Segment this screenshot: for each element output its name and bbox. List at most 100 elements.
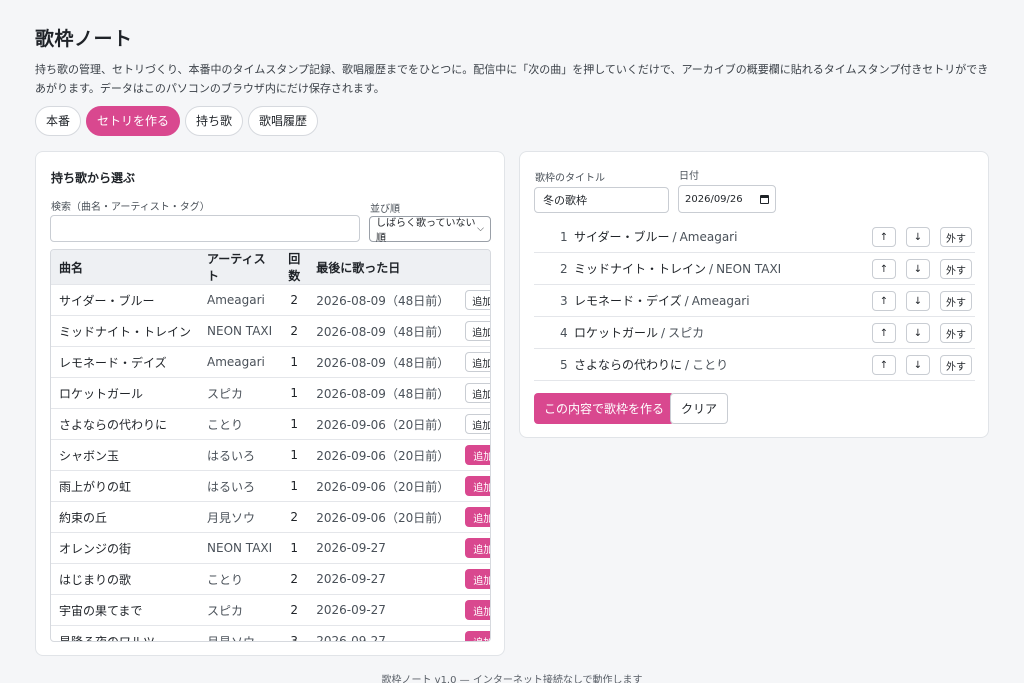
song-title: ロケットガール <box>51 377 200 409</box>
song-artist: はるいろ <box>199 439 281 471</box>
song-artist: 月見ソウ <box>199 625 281 641</box>
calendar-icon <box>760 194 769 204</box>
tab-songs[interactable]: 持ち歌 <box>185 106 244 136</box>
add-button[interactable]: 追加 <box>465 600 490 620</box>
song-count: 1 <box>280 346 309 378</box>
song-last-sung: 2026-09-27 <box>308 532 458 564</box>
stream-title-input[interactable] <box>534 187 669 213</box>
song-artist: ことり <box>199 408 281 440</box>
setlist-item-title: ミッドナイト・トレイン <box>574 262 707 276</box>
song-title: レモネード・デイズ <box>51 346 200 378</box>
sort-select[interactable]: しばらく歌っていない順 ⌵ <box>369 216 491 244</box>
footer: 歌枠ノート v1.0 — インターネット接続なしで動作します <box>381 675 643 683</box>
move-down-button[interactable]: ↓ <box>906 291 930 311</box>
add-button[interactable]: 追加 <box>465 476 490 496</box>
added-button[interactable]: 追加済み <box>465 414 490 434</box>
song-last-sung: 2026-08-09（48日前） <box>308 377 458 409</box>
setlist-item-artist: Ameagari <box>679 229 738 244</box>
header: 歌枠ノート 持ち歌の管理、セトリづくり、本番中のタイムスタンプ記録、歌唱履歴まで… <box>35 24 995 98</box>
column-header-last-sung[interactable]: 最後に歌った日 <box>308 250 458 285</box>
app-title: 歌枠ノート <box>35 28 133 50</box>
song-title: シャボン玉 <box>51 439 200 471</box>
move-up-button[interactable]: ↑ <box>872 259 896 279</box>
tab-bar: 本番 セトリを作る 持ち歌 歌唱履歴 <box>35 106 319 136</box>
song-last-sung: 2026-09-06（20日前） <box>308 408 458 440</box>
add-button[interactable]: 追加 <box>465 538 490 558</box>
separator: / <box>709 261 714 276</box>
song-artist: NEON TAXI <box>199 315 281 347</box>
song-count: 1 <box>280 470 309 502</box>
added-button[interactable]: 追加済み <box>465 290 490 310</box>
separator: / <box>661 325 666 340</box>
setlist-item: 3 レモネード・デイズ / Ameagari ↑ ↓ 外す <box>534 285 975 317</box>
move-down-button[interactable]: ↓ <box>906 259 930 279</box>
tab-make-setlist[interactable]: セトリを作る <box>86 106 181 136</box>
song-table[interactable]: 曲名 アーティスト 回数 最後に歌った日 サイダー・ブルー Ameagari 2 20… <box>50 249 491 642</box>
setlist-item-title: さよならの代わりに <box>574 358 683 372</box>
setlist-item-title: レモネード・デイズ <box>574 294 682 308</box>
table-row: ロケットガールスピカ12026-08-09（48日前） 追加済み <box>51 377 490 409</box>
remove-button[interactable]: 外す <box>940 227 972 247</box>
add-button[interactable]: 追加 <box>465 507 490 527</box>
added-button[interactable]: 追加済み <box>465 383 490 403</box>
add-button[interactable]: 追加 <box>465 631 490 641</box>
column-header-count[interactable]: 回数 <box>280 250 309 285</box>
song-artist: スピカ <box>199 377 281 409</box>
clear-button[interactable]: クリア <box>670 393 729 424</box>
song-title: 宇宙の果てまで <box>51 594 200 626</box>
song-count: 2 <box>280 594 309 626</box>
added-button[interactable]: 追加済み <box>465 321 490 341</box>
song-last-sung: 2026-08-09（48日前） <box>308 346 458 378</box>
table-row: サイダー・ブルーAmeagari22026-08-09（48日前） 追加済み <box>51 284 490 316</box>
move-up-button[interactable]: ↑ <box>872 291 896 311</box>
chevron-down-icon: ⌵ <box>477 224 484 234</box>
move-down-button[interactable]: ↓ <box>906 355 930 375</box>
setlist-item: 1 サイダー・ブルー / Ameagari ↑ ↓ 外す <box>534 221 975 253</box>
setlist-item-number: 5 <box>560 357 568 372</box>
separator: / <box>672 229 677 244</box>
remove-button[interactable]: 外す <box>940 259 972 279</box>
song-last-sung: 2026-08-09（48日前） <box>308 315 458 347</box>
picker-title: 持ち歌から選ぶ <box>51 171 136 185</box>
date-input[interactable]: 2026/09/26 <box>678 185 776 213</box>
tab-live[interactable]: 本番 <box>35 106 82 136</box>
table-row: 宇宙の果てまでスピカ22026-09-27 追加 <box>51 594 490 626</box>
song-title: 星降る夜のワルツ <box>51 625 200 641</box>
song-last-sung: 2026-09-27 <box>308 594 458 626</box>
song-title: ミッドナイト・トレイン <box>51 315 200 347</box>
add-button[interactable]: 追加 <box>465 445 490 465</box>
move-down-button[interactable]: ↓ <box>906 227 930 247</box>
search-label: 検索（曲名・アーティスト・タグ） <box>51 202 210 213</box>
added-button[interactable]: 追加済み <box>465 352 490 372</box>
song-count: 2 <box>280 315 309 347</box>
tab-history[interactable]: 歌唱履歴 <box>248 106 319 136</box>
column-header-title[interactable]: 曲名 <box>51 250 200 285</box>
add-button[interactable]: 追加 <box>465 569 490 589</box>
move-up-button[interactable]: ↑ <box>872 323 896 343</box>
app-description: 持ち歌の管理、セトリづくり、本番中のタイムスタンプ記録、歌唱履歴までをひとつに。… <box>35 63 989 95</box>
song-artist: Ameagari <box>199 346 281 378</box>
song-last-sung: 2026-08-09（48日前） <box>308 284 458 316</box>
song-count: 1 <box>280 408 309 440</box>
move-up-button[interactable]: ↑ <box>872 227 896 247</box>
setlist-item: 5 さよならの代わりに / ことり ↑ ↓ 外す <box>534 349 975 381</box>
setlist-item-artist: ことり <box>692 358 729 372</box>
column-header-artist[interactable]: アーティスト <box>199 250 281 285</box>
create-stream-button[interactable]: この内容で歌枠を作る <box>534 393 675 424</box>
setlist-item-artist: NEON TAXI <box>716 261 782 276</box>
move-down-button[interactable]: ↓ <box>906 323 930 343</box>
song-title: オレンジの街 <box>51 532 200 564</box>
song-last-sung: 2026-09-06（20日前） <box>308 470 458 502</box>
song-count: 1 <box>280 439 309 471</box>
remove-button[interactable]: 外す <box>940 291 972 311</box>
table-header-row: 曲名 アーティスト 回数 最後に歌った日 <box>51 250 490 285</box>
setlist-item: 4 ロケットガール / スピカ ↑ ↓ 外す <box>534 317 975 349</box>
search-input[interactable] <box>50 215 360 242</box>
remove-button[interactable]: 外す <box>940 355 972 375</box>
song-title: 雨上がりの虹 <box>51 470 200 502</box>
move-up-button[interactable]: ↑ <box>872 355 896 375</box>
table-row: シャボン玉はるいろ12026-09-06（20日前） 追加 <box>51 439 490 471</box>
song-title: サイダー・ブルー <box>51 284 200 316</box>
remove-button[interactable]: 外す <box>940 323 972 343</box>
table-row: レモネード・デイズAmeagari12026-08-09（48日前） 追加済み <box>51 346 490 378</box>
